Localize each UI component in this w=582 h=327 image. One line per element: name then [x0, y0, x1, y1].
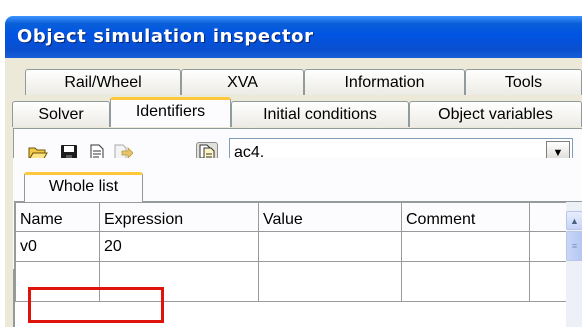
- cell-comment[interactable]: [401, 231, 530, 262]
- window-title: Object simulation inspector: [17, 26, 314, 47]
- header-filler: [529, 202, 568, 232]
- cell-name[interactable]: [15, 261, 100, 302]
- row-filler: [529, 261, 568, 302]
- table-row[interactable]: [15, 261, 568, 302]
- row-filler: [529, 231, 568, 262]
- cell-name[interactable]: v0: [15, 231, 100, 262]
- tab-initial-conditions[interactable]: Initial conditions: [231, 101, 409, 127]
- scroll-up-icon[interactable]: ▲: [566, 211, 582, 230]
- column-header-expression[interactable]: Expression: [99, 202, 259, 232]
- identifiers-grid: Name Expression Value Comment v0 20 ▲ ≡: [14, 201, 582, 327]
- tab-solver[interactable]: Solver: [12, 101, 110, 127]
- grid-header-row: Name Expression Value Comment: [15, 202, 568, 232]
- column-header-comment[interactable]: Comment: [401, 202, 530, 232]
- tab-information[interactable]: Information: [304, 69, 465, 95]
- tab-identifiers[interactable]: Identifiers: [110, 97, 231, 127]
- tab-tools[interactable]: Tools: [465, 69, 582, 95]
- column-header-name[interactable]: Name: [15, 202, 100, 232]
- subtab-whole-list[interactable]: Whole list: [24, 172, 143, 202]
- table-row[interactable]: v0 20: [15, 231, 568, 262]
- column-header-value[interactable]: Value: [258, 202, 402, 232]
- tab-object-variables[interactable]: Object variables: [409, 101, 582, 127]
- cell-value[interactable]: [258, 231, 402, 262]
- cell-expression[interactable]: 20: [99, 231, 259, 262]
- tab-rail-wheel[interactable]: Rail/Wheel: [25, 69, 181, 95]
- inspector-window: Object simulation inspector Rail/Wheel X…: [0, 0, 582, 327]
- cell-comment[interactable]: [401, 261, 530, 302]
- title-bar[interactable]: Object simulation inspector: [5, 16, 582, 58]
- vertical-scrollbar[interactable]: ▲ ≡: [566, 202, 582, 327]
- cell-value[interactable]: [258, 261, 402, 302]
- grid-table: Name Expression Value Comment v0 20: [15, 202, 568, 302]
- tab-xva[interactable]: XVA: [181, 69, 304, 95]
- scroll-thumb[interactable]: ≡: [566, 231, 582, 261]
- cell-expression[interactable]: [99, 261, 259, 302]
